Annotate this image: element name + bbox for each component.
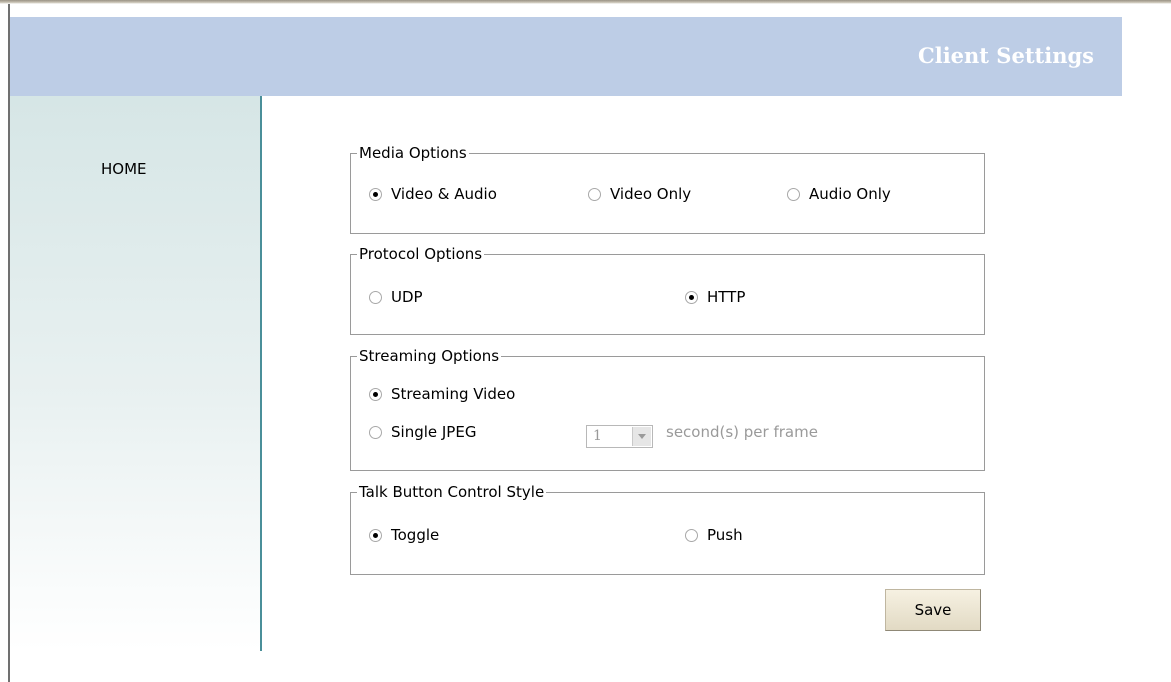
- media-option-audio-only[interactable]: Audio Only: [787, 185, 891, 203]
- talk-option-toggle[interactable]: Toggle: [369, 526, 439, 544]
- talk-style-group: Talk Button Control Style: [350, 483, 985, 575]
- streaming-option-single-jpeg[interactable]: Single JPEG: [369, 423, 476, 441]
- option-label: UDP: [391, 288, 423, 306]
- option-label: Single JPEG: [391, 423, 477, 441]
- radio-button[interactable]: [369, 425, 382, 439]
- sidebar-divider: [260, 96, 262, 651]
- sidebar-item-home[interactable]: HOME: [101, 160, 147, 178]
- protocol-options-legend: Protocol Options: [359, 245, 483, 263]
- chevron-down-icon[interactable]: [632, 427, 651, 446]
- radio-button[interactable]: [369, 387, 382, 401]
- option-label: Video Only: [610, 185, 692, 203]
- frame-interval-select[interactable]: 1: [586, 425, 653, 448]
- radio-button[interactable]: [685, 290, 698, 304]
- frame-interval-label: second(s) per frame: [666, 423, 818, 441]
- page-title: Client Settings: [918, 43, 1094, 68]
- media-option-video-audio[interactable]: Video & Audio: [369, 185, 497, 203]
- media-option-video-only[interactable]: Video Only: [588, 185, 691, 203]
- save-button[interactable]: Save: [885, 589, 981, 631]
- option-label: Toggle: [391, 526, 440, 544]
- frame-interval-value: 1: [593, 428, 602, 444]
- protocol-option-udp[interactable]: UDP: [369, 288, 423, 306]
- window-top-edge: [0, 0, 1171, 4]
- sidebar: [10, 96, 260, 651]
- radio-button[interactable]: [369, 290, 382, 304]
- talk-style-legend: Talk Button Control Style: [359, 483, 545, 501]
- radio-button[interactable]: [787, 187, 800, 201]
- option-label: HTTP: [707, 288, 746, 306]
- media-options-legend: Media Options: [359, 144, 467, 162]
- protocol-options-group: Protocol Options: [350, 245, 985, 335]
- page-header: Client Settings: [10, 17, 1122, 96]
- streaming-options-group: Streaming Options: [350, 347, 985, 471]
- radio-button[interactable]: [685, 528, 698, 542]
- streaming-option-video[interactable]: Streaming Video: [369, 385, 515, 403]
- streaming-options-legend: Streaming Options: [359, 347, 500, 365]
- talk-option-push[interactable]: Push: [685, 526, 743, 544]
- protocol-option-http[interactable]: HTTP: [685, 288, 745, 306]
- option-label: Push: [707, 526, 743, 544]
- radio-button[interactable]: [369, 528, 382, 542]
- option-label: Video & Audio: [391, 185, 497, 203]
- radio-button[interactable]: [588, 187, 601, 201]
- radio-button[interactable]: [369, 187, 382, 201]
- option-label: Streaming Video: [391, 385, 516, 403]
- option-label: Audio Only: [809, 185, 891, 203]
